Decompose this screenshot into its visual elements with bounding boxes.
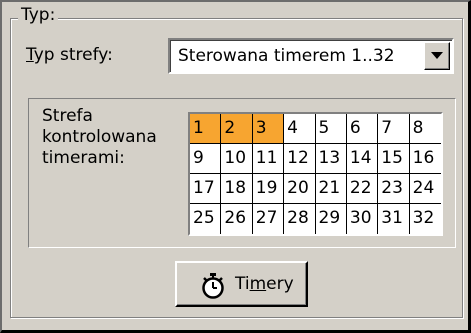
zone-cell-12[interactable]: 12 xyxy=(284,144,316,174)
zones-label: Strefa kontrolowana timerami: xyxy=(42,106,157,168)
zone-cell-14[interactable]: 14 xyxy=(346,144,379,174)
zone-cell-3[interactable]: 3 xyxy=(252,114,285,144)
zone-cell-15[interactable]: 15 xyxy=(378,144,410,174)
zone-type-select[interactable]: Sterowana timerem 1..32 xyxy=(168,38,454,74)
zone-cell-2[interactable]: 2 xyxy=(221,114,253,144)
zone-cell-24[interactable]: 24 xyxy=(409,174,441,204)
zone-cell-18[interactable]: 18 xyxy=(221,174,253,204)
zone-cell-23[interactable]: 23 xyxy=(378,174,410,204)
zone-cell-4[interactable]: 4 xyxy=(284,114,316,144)
timers-button[interactable]: Timery xyxy=(175,261,308,307)
zone-cell-7[interactable]: 7 xyxy=(378,114,410,144)
zone-cell-31[interactable]: 31 xyxy=(378,204,410,234)
zone-cell-27[interactable]: 27 xyxy=(252,204,285,234)
zone-grid: 1 2 3 4 5 6 7 8 9 10 11 12 13 14 15 16 17 18 19 20 21 22 23 24 2… xyxy=(188,112,443,236)
zone-cell-10[interactable]: 10 xyxy=(221,144,253,174)
zone-cell-11[interactable]: 11 xyxy=(252,144,285,174)
zone-type-value: Sterowana timerem 1..32 xyxy=(178,46,395,66)
chevron-down-icon xyxy=(431,52,443,59)
groupbox-title: Typ: xyxy=(18,5,59,25)
zone-cell-13[interactable]: 13 xyxy=(315,144,347,174)
zone-cell-6[interactable]: 6 xyxy=(346,114,379,144)
zone-cell-16[interactable]: 16 xyxy=(409,144,441,174)
zone-cell-8[interactable]: 8 xyxy=(409,114,441,144)
zone-cell-25[interactable]: 25 xyxy=(190,204,222,234)
timers-button-label: Timery xyxy=(235,274,294,294)
zone-cell-21[interactable]: 21 xyxy=(315,174,347,204)
zone-cell-26[interactable]: 26 xyxy=(221,204,253,234)
dropdown-button[interactable] xyxy=(424,42,450,70)
zone-cell-30[interactable]: 30 xyxy=(346,204,379,234)
stopwatch-icon xyxy=(202,273,224,299)
zone-cell-19[interactable]: 19 xyxy=(252,174,285,204)
zone-cell-1[interactable]: 1 xyxy=(190,114,222,144)
zone-cell-29[interactable]: 29 xyxy=(315,204,347,234)
zone-cell-9[interactable]: 9 xyxy=(190,144,222,174)
zone-cell-5[interactable]: 5 xyxy=(315,114,347,144)
zone-cell-28[interactable]: 28 xyxy=(284,204,316,234)
zone-cell-22[interactable]: 22 xyxy=(346,174,379,204)
zone-cell-17[interactable]: 17 xyxy=(190,174,222,204)
zone-cell-32[interactable]: 32 xyxy=(409,204,441,234)
zone-cell-20[interactable]: 20 xyxy=(284,174,316,204)
zone-type-label: Typ strefy: xyxy=(26,45,113,65)
